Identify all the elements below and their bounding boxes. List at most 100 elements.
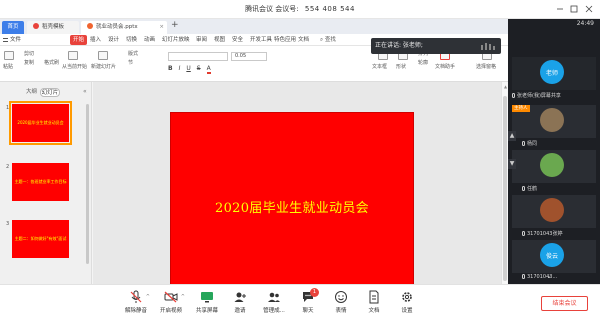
emoji-button[interactable]: 表情 bbox=[323, 290, 359, 318]
layout-button[interactable]: 版式 bbox=[128, 50, 138, 57]
slide-thumbnail[interactable]: 2020届毕业生就业动员会 bbox=[9, 101, 72, 145]
menu-docs[interactable]: 文档 bbox=[298, 35, 309, 45]
speaking-text: 正在讲话: 张老师; bbox=[375, 42, 423, 49]
canvas-scrollbar[interactable]: ▲ ▼ bbox=[501, 82, 508, 304]
close-icon[interactable] bbox=[584, 4, 594, 14]
panel-collapse-icon[interactable]: « bbox=[83, 88, 87, 95]
settings-button[interactable]: 设置 bbox=[389, 290, 425, 318]
mic-icon bbox=[522, 186, 525, 191]
font-color-icon[interactable]: A bbox=[206, 66, 211, 74]
participant-name-text: 张老师(我)屏幕共享 bbox=[517, 93, 561, 99]
invite-button[interactable]: 邀请 bbox=[222, 290, 258, 318]
tab-document[interactable]: 就业动员会.pptx × bbox=[81, 21, 167, 34]
section-button[interactable]: 节 bbox=[128, 59, 133, 66]
slideshow-icon[interactable] bbox=[68, 51, 78, 60]
meeting-id: 554 408 544 bbox=[304, 5, 355, 13]
minimize-icon[interactable] bbox=[555, 4, 565, 14]
file-menu[interactable]: 文件 bbox=[2, 35, 30, 45]
shape-button[interactable]: 形状 bbox=[396, 63, 406, 70]
current-slide[interactable]: 2020届毕业生就业动员会 bbox=[170, 112, 414, 296]
participant-tile[interactable]: 俊云 bbox=[512, 240, 596, 273]
participant-name-text: 杨同 bbox=[527, 141, 538, 147]
panel-scrollbar[interactable] bbox=[86, 104, 89, 264]
participant-name: 31701043张婷 bbox=[522, 230, 562, 237]
video-button[interactable]: 开启视频 ^ bbox=[153, 290, 189, 318]
tab-close-icon[interactable]: × bbox=[159, 21, 164, 34]
file-menu-label: 文件 bbox=[10, 37, 22, 43]
docs-button[interactable]: 文档 bbox=[356, 290, 392, 318]
participant-name-text: 任鹤 bbox=[527, 186, 538, 192]
menu-design[interactable]: 设计 bbox=[108, 35, 119, 45]
meeting-label: 会议号: bbox=[275, 5, 299, 13]
bold-icon[interactable]: B bbox=[168, 65, 173, 72]
paste-icon[interactable] bbox=[4, 51, 14, 60]
gear-icon bbox=[402, 292, 412, 302]
menu-transition[interactable]: 切换 bbox=[126, 35, 137, 45]
menu-security[interactable]: 安全 bbox=[232, 35, 243, 45]
add-tab-icon[interactable]: + bbox=[171, 20, 179, 30]
slide-thumbnail[interactable]: 主题一：各班就业率工作目标 bbox=[12, 163, 69, 201]
font-name-select[interactable] bbox=[168, 52, 228, 61]
format-row: BIUSA bbox=[168, 65, 211, 74]
settings-label: 设置 bbox=[401, 308, 413, 314]
outline-button[interactable]: 轮廓 bbox=[418, 59, 428, 66]
members-button[interactable]: 管理成... bbox=[256, 290, 292, 318]
menu-search[interactable]: ⌕ 查找 bbox=[320, 35, 366, 45]
menu-animation[interactable]: 动画 bbox=[144, 35, 155, 45]
strikethrough-icon[interactable]: S bbox=[197, 65, 201, 72]
participant-tile[interactable]: 老师 bbox=[512, 57, 596, 90]
menu-home[interactable]: 开始 bbox=[70, 35, 88, 45]
tab-slides[interactable]: 幻灯片 bbox=[40, 88, 60, 97]
new-slide-icon[interactable] bbox=[98, 51, 108, 60]
mic-icon bbox=[522, 231, 525, 236]
format-painter-button[interactable]: 格式刷 bbox=[44, 59, 59, 66]
mic-icon bbox=[512, 93, 515, 98]
share-screen-button[interactable]: 共享屏幕 bbox=[189, 290, 225, 318]
scroll-down-icon[interactable]: ▼ bbox=[508, 159, 516, 169]
mute-button[interactable]: 解除静音 ^ bbox=[118, 290, 154, 318]
slide-title: 2020届毕业生就业动员会 bbox=[215, 201, 369, 216]
paste-label: 粘贴 bbox=[3, 64, 14, 70]
caret-icon[interactable]: ^ bbox=[146, 294, 150, 300]
select-pane-button[interactable]: 选择窗格 bbox=[476, 63, 496, 70]
document-icon bbox=[369, 290, 379, 304]
tab-template-label: 稻壳模板 bbox=[42, 24, 65, 30]
menu-insert[interactable]: 插入 bbox=[90, 35, 101, 45]
menu-review[interactable]: 审阅 bbox=[196, 35, 207, 45]
chevron-down-icon[interactable]: ⌄ bbox=[546, 272, 552, 280]
tab-template[interactable]: 稻壳模板 bbox=[27, 21, 79, 34]
mic-icon bbox=[522, 141, 525, 146]
maximize-icon[interactable] bbox=[569, 4, 579, 14]
chat-button[interactable]: 1 聊天 bbox=[290, 288, 326, 318]
cut-button[interactable]: 剪切 bbox=[24, 50, 34, 57]
caret-icon[interactable]: ^ bbox=[181, 294, 185, 300]
scrollbar-thumb[interactable] bbox=[503, 96, 507, 281]
slide-number: 3 bbox=[6, 221, 10, 227]
menu-slideshow[interactable]: 幻灯片放映 bbox=[162, 35, 190, 45]
menu-devtools[interactable]: 开发工具 bbox=[250, 35, 272, 45]
italic-icon[interactable]: I bbox=[179, 65, 181, 72]
participant-tile[interactable] bbox=[512, 195, 596, 228]
participant-tile[interactable]: 主持人 bbox=[512, 105, 596, 138]
copy-button[interactable]: 复制 bbox=[24, 59, 34, 66]
slide-thumbnail[interactable]: 主题二：如何做好"有效"面试 bbox=[12, 220, 69, 258]
participant-tile[interactable] bbox=[512, 150, 596, 183]
participant-name: 杨同 bbox=[522, 140, 537, 147]
font-size-select[interactable]: 0.05 bbox=[231, 52, 267, 61]
scroll-up-icon[interactable]: ▲ bbox=[508, 131, 516, 141]
tab-outline[interactable]: 大纲 bbox=[26, 88, 37, 97]
video-label: 开启视频 bbox=[159, 308, 182, 314]
textbox-button[interactable]: 文本框 bbox=[372, 63, 387, 70]
tab-home[interactable]: 首页 bbox=[2, 21, 24, 34]
menu-features[interactable]: 特色应用 bbox=[274, 35, 296, 45]
from-current-button[interactable]: 从当前开始 bbox=[62, 63, 87, 70]
doc-assist-button[interactable]: 文档助手 bbox=[435, 63, 455, 70]
sidebar-nav: ▲ ▼ bbox=[508, 131, 516, 171]
underline-icon[interactable]: U bbox=[186, 65, 190, 72]
slide-panel: 大纲 幻灯片 « 1 2020届毕业生就业动员会 2 主题一：各班就业率工作目标… bbox=[0, 82, 92, 304]
shared-screen: 首页 稻壳模板 就业动员会.pptx × + 文件 开始 插入 设计 切换 动画 … bbox=[0, 19, 508, 304]
new-slide-button[interactable]: 新建幻灯片 bbox=[91, 63, 116, 70]
chat-badge: 1 bbox=[310, 288, 319, 297]
end-meeting-button[interactable]: 结束会议 bbox=[541, 296, 588, 311]
menu-view[interactable]: 视图 bbox=[214, 35, 225, 45]
